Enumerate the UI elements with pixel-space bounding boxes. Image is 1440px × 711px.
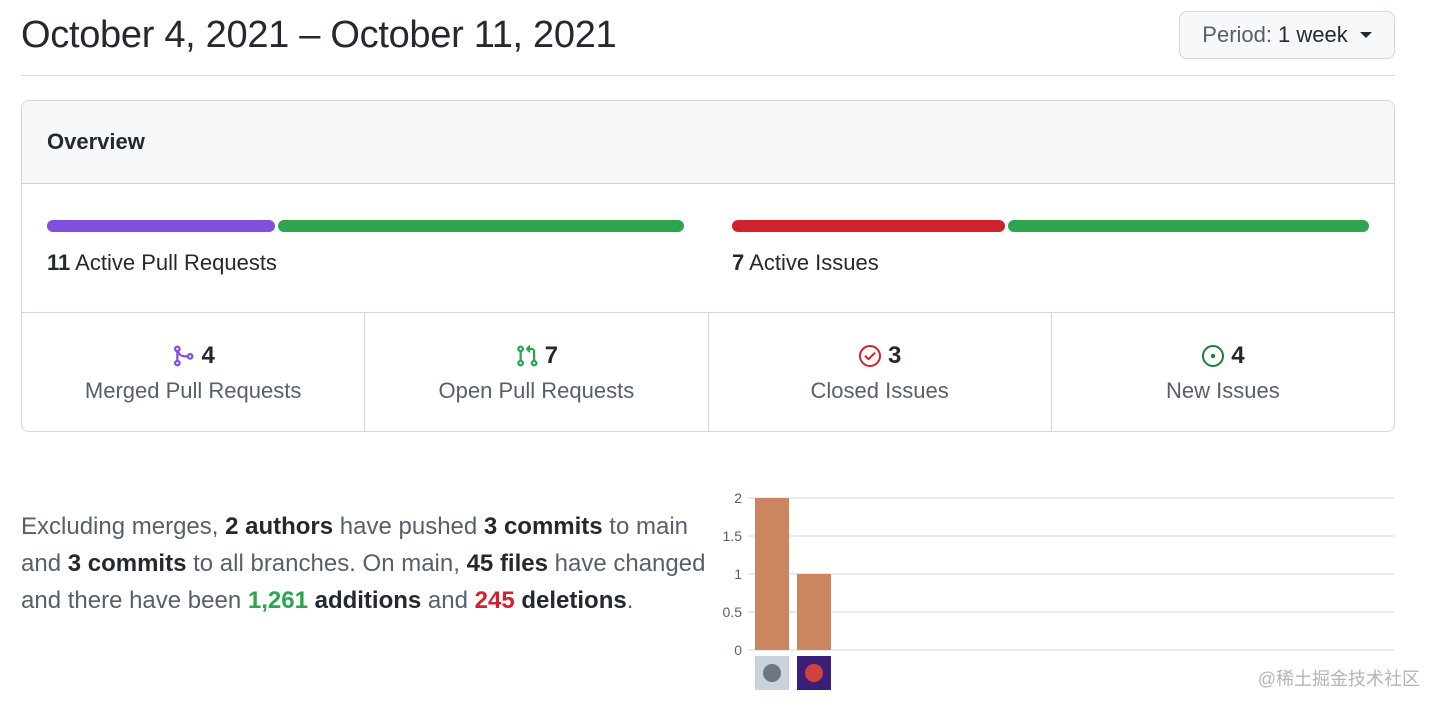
bar-author-1[interactable] xyxy=(755,498,789,650)
author-avatar[interactable] xyxy=(755,656,789,690)
overview-bars: 11 Active Pull Requests 7 Active Issues xyxy=(22,184,1394,313)
active-pr-text: Active Pull Requests xyxy=(75,250,277,275)
closed-count: 3 xyxy=(887,341,902,369)
deletions-count: 245 xyxy=(474,587,515,614)
date-range-title: October 4, 2021 – October 11, 2021 xyxy=(21,14,617,56)
contributors-pulse-page: October 4, 2021 – October 11, 2021 Perio… xyxy=(0,0,1440,711)
summary-text: . xyxy=(626,587,634,614)
active-pull-requests-label: 11 Active Pull Requests xyxy=(47,250,684,276)
overview-title: Overview xyxy=(22,101,1394,184)
open-segment xyxy=(278,220,684,232)
merged-label: Merged Pull Requests xyxy=(84,377,302,403)
issues-summary[interactable]: 7 Active Issues xyxy=(732,220,1369,276)
active-issues-count: 7 xyxy=(732,250,745,275)
period-label: Period: xyxy=(1202,22,1272,47)
issues-bar xyxy=(732,220,1369,232)
merged-segment xyxy=(47,220,276,232)
pull-requests-summary[interactable]: 11 Active Pull Requests xyxy=(47,220,684,276)
active-issues-text: Active Issues xyxy=(749,250,879,275)
bar-author-2[interactable] xyxy=(797,574,831,650)
y-tick-label: 1 xyxy=(734,566,742,582)
closed-segment xyxy=(732,220,1005,232)
additions-count: 1,261 xyxy=(247,587,308,614)
author-avatar[interactable] xyxy=(797,656,831,690)
summary-text: have pushed xyxy=(333,513,484,540)
merge-icon xyxy=(174,345,194,366)
active-issues-label: 7 Active Issues xyxy=(732,250,1369,276)
commit-summary: Excluding merges, 2 authors have pushed … xyxy=(21,508,711,619)
watermark: @稀土掘金技术社区 xyxy=(1257,669,1420,689)
issue-opened-icon xyxy=(1202,344,1225,367)
new-segment xyxy=(1007,220,1369,232)
commits-all[interactable]: 3 commits xyxy=(68,550,187,577)
stat-open-pull-requests[interactable]: 7 Open Pull Requests xyxy=(365,313,709,431)
caret-down-icon xyxy=(1359,32,1372,38)
authors-count[interactable]: 2 authors xyxy=(225,513,333,540)
additions-word: additions xyxy=(307,587,422,614)
new-label: New Issues xyxy=(1166,377,1280,403)
commits-main[interactable]: 3 commits xyxy=(484,513,603,540)
period-dropdown-button[interactable]: Period: 1 week xyxy=(1179,11,1395,59)
pulse-header: October 4, 2021 – October 11, 2021 Perio… xyxy=(21,0,1395,76)
new-count: 4 xyxy=(1231,341,1245,369)
summary-text: and xyxy=(421,587,475,614)
summary-text: Excluding merges, xyxy=(21,513,226,540)
stat-new-issues[interactable]: 4 New Issues xyxy=(1052,313,1394,431)
issue-closed-icon xyxy=(858,344,881,367)
open-label: Open Pull Requests xyxy=(438,377,635,403)
deletions-word: deletions xyxy=(514,587,627,614)
pull-request-icon xyxy=(516,344,538,367)
y-tick-label: 0 xyxy=(734,642,742,658)
open-count: 7 xyxy=(544,341,559,369)
overview-box: Overview 11 Active Pull Requests 7 Activ… xyxy=(21,100,1395,432)
summary-text: to all branches. On main, xyxy=(186,550,467,577)
merged-count: 4 xyxy=(201,341,215,369)
stat-closed-issues[interactable]: 3 Closed Issues xyxy=(709,313,1052,431)
overview-stats: 4 Merged Pull Requests 7 Open Pull Reque… xyxy=(22,313,1394,431)
active-pr-count: 11 xyxy=(47,250,71,275)
y-tick-label: 2 xyxy=(734,490,742,506)
closed-label: Closed Issues xyxy=(810,377,949,403)
y-tick-label: 0.5 xyxy=(723,604,743,620)
y-tick-label: 1.5 xyxy=(723,528,743,544)
files-changed[interactable]: 45 files xyxy=(467,550,548,577)
period-value: 1 week xyxy=(1278,22,1348,47)
stat-merged-pull-requests[interactable]: 4 Merged Pull Requests xyxy=(22,313,366,431)
pull-requests-bar xyxy=(47,220,684,232)
